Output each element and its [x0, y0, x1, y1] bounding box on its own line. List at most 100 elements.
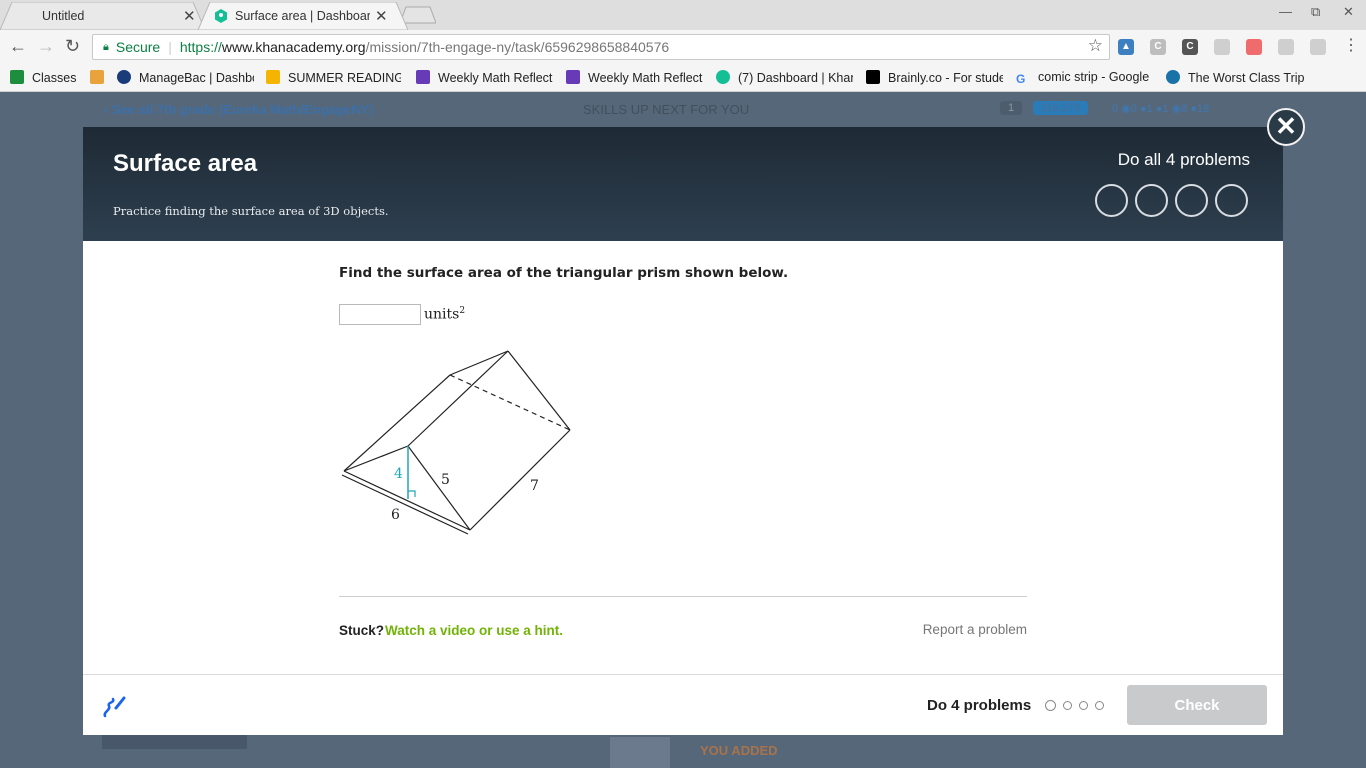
bookmark-summer-reading[interactable]: SUMMER READING -	[266, 70, 401, 85]
bookmark-label: SUMMER READING -	[288, 71, 401, 85]
khan-icon	[716, 70, 730, 84]
tab-surface-area[interactable]: Surface area | Dashboard ✕	[198, 2, 408, 30]
bookmark-label: Weekly Math Reflecti	[588, 71, 703, 85]
progress-dot	[1045, 700, 1056, 711]
restore-icon[interactable]: ⧉	[1311, 4, 1320, 20]
url-scheme: https://	[179, 39, 222, 55]
points-badge: 116,273	[1033, 101, 1088, 115]
bookmark-label: Classes	[32, 71, 77, 85]
pinwheel-icon	[90, 70, 104, 84]
back-to-grade-link[interactable]: ‹ See all 7th grade (Eureka Math/EngageN…	[104, 102, 373, 117]
you-added-label: YOU ADDED	[700, 743, 778, 758]
tab-strip: Untitled ✕ Surface area | Dashboard ✕ — …	[0, 0, 1366, 30]
secure-label: Secure	[115, 39, 161, 55]
exercise-title: Surface area	[113, 150, 258, 177]
check-button[interactable]: Check	[1127, 685, 1267, 725]
progress-blocks	[102, 735, 247, 749]
extension-red-icon[interactable]	[1246, 39, 1262, 55]
scratchpad-icon[interactable]	[101, 694, 127, 720]
extension-gray-icon[interactable]	[1278, 39, 1294, 55]
slides-icon	[266, 70, 280, 84]
progress-circle	[1135, 184, 1168, 217]
added-skill-thumbnail	[610, 737, 670, 768]
exercise-description: Practice finding the surface area of 3D …	[113, 204, 389, 218]
mission-bar: ‹ See all 7th grade (Eureka Math/EngageN…	[0, 93, 1366, 127]
back-link-text: See all 7th grade (Eureka Math/EngageNY)	[111, 102, 374, 117]
bookmark-weekly-math-1[interactable]: Weekly Math Reflecti	[416, 70, 553, 85]
height-label: 4	[394, 466, 403, 482]
lock-icon: 🔒︎	[103, 40, 109, 53]
forms-icon	[416, 70, 430, 84]
slant-label: 5	[441, 472, 450, 488]
progress-dot	[1079, 701, 1088, 710]
progress-dot	[1095, 701, 1104, 710]
bookmark-pinwheel[interactable]	[90, 70, 110, 85]
progress-circles	[1095, 184, 1248, 217]
forward-icon[interactable]: →	[37, 36, 55, 56]
prism-edge	[343, 470, 471, 531]
answer-row: units2	[339, 304, 465, 325]
progress-dot	[1063, 701, 1072, 710]
bookmark-label: The Worst Class Trip	[1188, 71, 1305, 85]
units-exponent: 2	[459, 306, 466, 317]
prism-edge	[343, 374, 451, 472]
question-text: Find the surface area of the triangular …	[339, 265, 789, 281]
bookmark-weekly-math-2[interactable]: Weekly Math Reflecti	[566, 70, 703, 85]
progress-dots	[1045, 700, 1104, 711]
problem-goal: Do all 4 problems	[1117, 150, 1250, 169]
tab-title: Untitled	[42, 9, 85, 23]
khan-favicon-icon	[215, 9, 227, 23]
prism-edge	[469, 429, 571, 531]
units-label: units2	[424, 306, 465, 323]
bookmark-comic-strip[interactable]: Gcomic strip - Google S	[1016, 70, 1152, 86]
bookmark-managebac[interactable]: ManageBac | Dashbo	[117, 70, 254, 85]
progress-circle	[1095, 184, 1128, 217]
bookmark-classes[interactable]: Classes	[10, 70, 80, 85]
stuck-label: Stuck?	[339, 623, 385, 638]
bookmarks-bar: Classes ManageBac | Dashbo SUMMER READIN…	[0, 64, 1366, 92]
browser-toolbar: ← → ↻ 🔒︎ Secure | https:// www.khanacade…	[0, 30, 1366, 64]
bookmark-brainly[interactable]: Brainly.co - For stude	[866, 70, 1003, 85]
address-separator: |	[168, 39, 172, 55]
footer-goal: Do 4 problems	[927, 697, 1032, 714]
url-path: /mission/7th-engage-ny/task/659629865884…	[365, 39, 670, 55]
exercise-header: Surface area Practice finding the surfac…	[83, 127, 1283, 241]
bookmark-label: ManageBac | Dashbo	[139, 71, 254, 85]
extension-c-dark-icon[interactable]: C	[1182, 39, 1198, 55]
close-modal-icon[interactable]: ✕	[1267, 108, 1305, 146]
exercise-footer: Do 4 problems Check	[83, 674, 1283, 735]
tab-title: Surface area | Dashboard	[235, 9, 370, 23]
address-bar[interactable]: 🔒︎ Secure | https:// www.khanacademy.org…	[92, 34, 1110, 60]
bookmark-star-icon[interactable]: ☆	[1088, 36, 1103, 56]
right-angle-mark	[408, 490, 416, 497]
answer-input[interactable]	[339, 304, 421, 325]
hint-link[interactable]: Watch a video or use a hint.	[385, 623, 563, 638]
tab-untitled[interactable]: Untitled ✕	[0, 2, 205, 30]
reload-icon[interactable]: ↻	[65, 36, 80, 56]
extension-c-icon[interactable]: C	[1150, 39, 1166, 55]
bookmark-label: (7) Dashboard | Khan	[738, 71, 853, 85]
divider	[339, 596, 1027, 597]
bookmark-khan-dashboard[interactable]: (7) Dashboard | Khan	[716, 70, 853, 85]
brainly-icon	[866, 70, 880, 84]
google-icon: G	[1016, 72, 1026, 86]
managebac-icon	[117, 70, 131, 84]
extension-drive-icon[interactable]: ▲	[1118, 39, 1134, 55]
bookmark-label: comic strip - Google S	[1038, 70, 1152, 84]
close-window-icon[interactable]: ✕	[1343, 4, 1354, 20]
close-tab-icon[interactable]: ✕	[375, 7, 388, 25]
classroom-icon	[10, 70, 24, 84]
back-icon[interactable]: ←	[9, 36, 27, 56]
bookmark-label: Weekly Math Reflecti	[438, 71, 553, 85]
badge-counts: 0 ◉0 ●1 ●1 ◉8 ●18	[1112, 103, 1210, 115]
units-text: units	[424, 306, 460, 323]
progress-circle	[1175, 184, 1208, 217]
prism-edge	[507, 350, 571, 431]
close-tab-icon[interactable]: ✕	[183, 7, 196, 25]
minimize-icon[interactable]: —	[1279, 4, 1292, 19]
extension-gray2-icon[interactable]	[1310, 39, 1326, 55]
menu-kebab-icon[interactable]: ⋮	[1343, 36, 1359, 56]
bookmark-worst-class-trip[interactable]: The Worst Class Trip	[1166, 70, 1306, 85]
extension-puzzle-icon[interactable]	[1214, 39, 1230, 55]
report-problem-link[interactable]: Report a problem	[923, 622, 1027, 637]
